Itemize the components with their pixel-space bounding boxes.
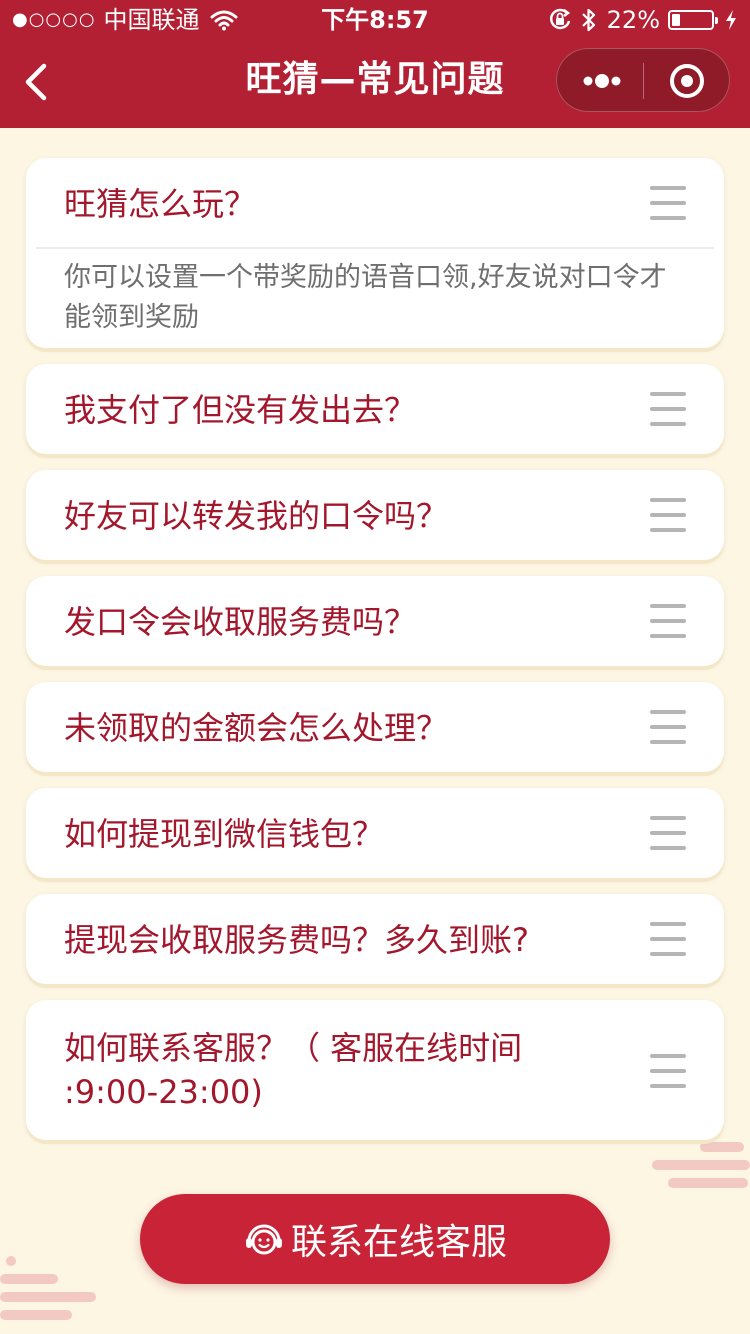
faq-question: 提现会收取服务费吗？多久到账? [64, 921, 529, 959]
menu-lines-icon[interactable] [650, 604, 686, 638]
status-bar: ●○○○○ 中国联通 下午8:57 22% [0, 0, 750, 40]
menu-lines-icon[interactable] [650, 498, 686, 532]
decor-stripe [668, 1178, 748, 1188]
faq-item[interactable]: 未领取的金额会怎么处理？ [26, 682, 724, 772]
faq-question: 旺猜怎么玩？ [64, 185, 257, 223]
battery-icon [668, 10, 718, 30]
battery-percent: 22% [606, 6, 660, 34]
faq-answer: 你可以设置一个带奖励的语音口领,好友说对口令才能领到奖励 [64, 262, 667, 333]
decor-stripe [0, 1274, 58, 1284]
battery-fill [672, 14, 680, 26]
faq-question: 如何提现到微信钱包？ [64, 815, 385, 853]
decor-stripe [700, 1142, 744, 1152]
faq-question: 如何联系客服？（ 客服在线时间 :9:00-23:00) [64, 1029, 523, 1111]
decor-dot [6, 1256, 16, 1266]
faq-item[interactable]: 发口令会收取服务费吗？ [26, 576, 724, 666]
close-miniprogram-button[interactable] [644, 49, 730, 111]
bluetooth-icon [581, 8, 595, 32]
faq-question: 我支付了但没有发出去？ [64, 391, 417, 429]
faq-question: 好友可以转发我的口令吗？ [64, 497, 449, 535]
menu-lines-icon[interactable] [650, 816, 686, 850]
faq-item[interactable]: 好友可以转发我的口令吗？ [26, 470, 724, 560]
target-circle-icon [670, 64, 704, 98]
faq-item[interactable]: 如何提现到微信钱包？ [26, 788, 724, 878]
contact-service-label: 联系在线客服 [290, 1222, 507, 1263]
decor-stripe [0, 1310, 72, 1320]
more-button[interactable] [557, 49, 643, 111]
more-dots-icon [583, 74, 621, 88]
headset-smile-icon [245, 1224, 282, 1255]
menu-lines-icon[interactable] [650, 922, 686, 956]
rotation-lock-icon [549, 8, 570, 30]
charging-bolt-icon [726, 10, 736, 30]
faq-item[interactable]: 如何联系客服？（ 客服在线时间 :9:00-23:00) [26, 1000, 724, 1140]
decor-stripe [652, 1160, 750, 1170]
faq-item[interactable]: 提现会收取服务费吗？多久到账? [26, 894, 724, 984]
contact-service-button[interactable]: 联系在线客服 [140, 1194, 610, 1284]
menu-lines-icon[interactable] [650, 1054, 686, 1088]
menu-lines-icon[interactable] [650, 710, 686, 744]
top-bar: ●○○○○ 中国联通 下午8:57 22% 旺猜—常见问题 [0, 0, 750, 128]
nav-bar: 旺猜—常见问题 [0, 40, 750, 128]
menu-lines-icon[interactable] [650, 186, 686, 220]
faq-divider [36, 247, 714, 249]
faq-question: 未领取的金额会怎么处理？ [64, 709, 449, 747]
faq-item[interactable]: 旺猜怎么玩？ 你可以设置一个带奖励的语音口领,好友说对口令才能领到奖励 [26, 158, 724, 348]
faq-question: 发口令会收取服务费吗？ [64, 603, 417, 641]
faq-item[interactable]: 我支付了但没有发出去？ [26, 364, 724, 454]
status-right: 22% [547, 0, 738, 40]
menu-lines-icon[interactable] [650, 392, 686, 426]
decor-stripe [0, 1292, 96, 1302]
miniprogram-capsule [556, 48, 730, 112]
